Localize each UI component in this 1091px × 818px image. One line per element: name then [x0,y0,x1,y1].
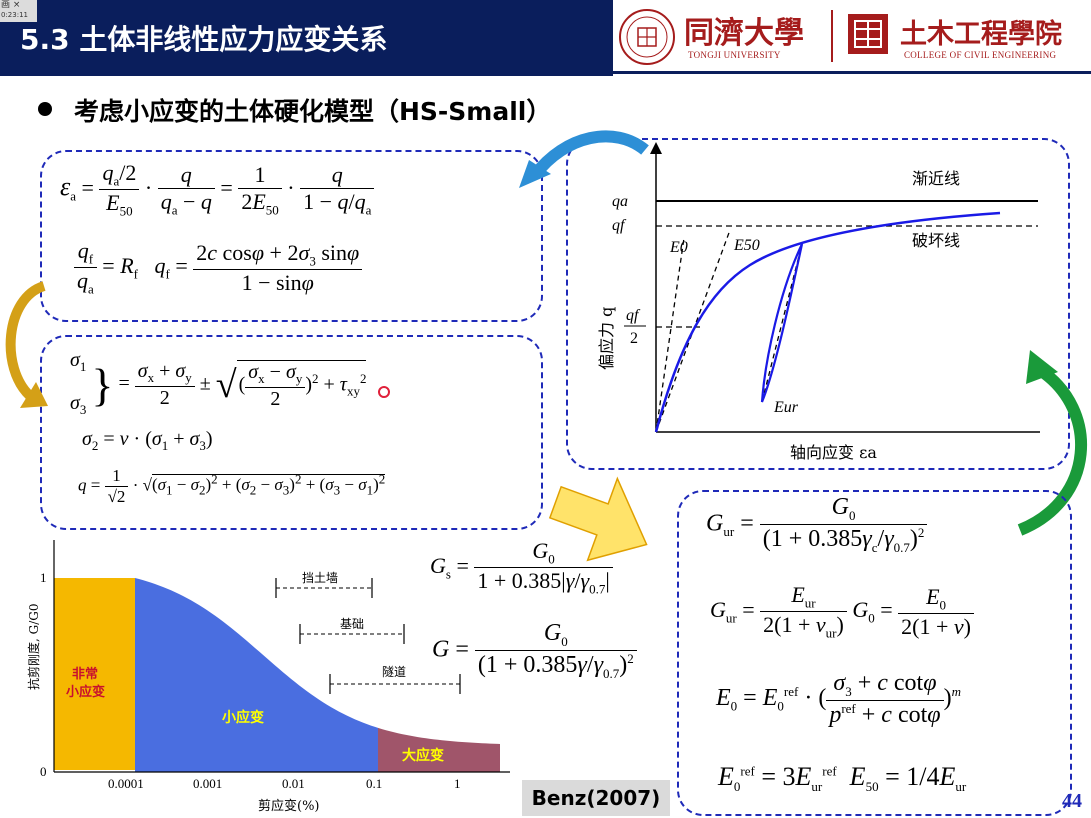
qf2-num-label: qf [626,307,641,324]
formula-principal-stress: σ1 σ3 } = σx + σy 2 ± √(σx − σy 2)2 + τxy2 [70,349,367,417]
logo-divider [831,10,833,62]
pointer-dot-icon [378,386,390,398]
stress-strain-plot: qa qf qf 2 E0 E50 Eur 渐近线 破坏线 轴向应变 εa 偏应… [597,142,1040,462]
range-foundation-label: 基础 [340,617,364,631]
failure-label: 破坏线 [912,231,960,250]
eur-label: Eur [773,399,799,416]
formula-ref-relations: E0ref = 3Eurref E50 = 1/4Eur [718,762,967,795]
y-tick-0: 0 [40,764,47,779]
formula-gur-g0: Gur = Eur 2(1 + νur) G0 = E0 2(1 + ν) [710,582,974,642]
x-tick-0.0001: 0.0001 [108,776,144,791]
header-rule [613,71,1091,74]
region-very-small-label-1: 非常 [72,666,98,682]
stiffness-degradation-chart: 1 0 0.0001 0.001 0.01 0.1 1 剪应变(%) 抗剪刚度,… [26,540,510,814]
x-tick-0.001: 0.001 [193,776,222,791]
formula-eps-a: εa = qa/2 E50 · q qa − q = 1 2E50 · q1 − q/… [60,160,375,220]
y-axis-label: 偏应力 q [597,307,616,370]
bullet-heading: 考虑小应变的土体硬化模型（HS-Small） [74,97,552,126]
gold-curved-arrow-icon [5,281,48,408]
university-name-cn: 同濟大學 [684,16,804,51]
x-tick-0.1: 0.1 [366,776,382,791]
region-small-strain [135,578,378,772]
qf2-den-label: 2 [630,330,638,347]
formula-e0: E0 = E0ref · (σ3 + c cotφ pref + c cotφ)m [716,670,961,728]
e50-label: E50 [733,237,760,254]
region-very-small-label-2: 小应变 [66,684,105,700]
formula-sigma2: σ2 = ν · (σ1 + σ3) [82,428,213,453]
college-name-en: COLLEGE OF CIVIL ENGINEERING [904,50,1057,60]
tongji-seal-icon [619,9,675,65]
blue-curved-arrow-icon [519,130,649,188]
university-name-en: TONGJI UNIVERSITY [688,50,781,60]
college-name-cn: 土木工程學院 [900,19,1062,50]
formula-gur-decay: Gur = G0 (1 + 0.385γc/γ0.7)2 [706,494,928,556]
x-tick-0.01: 0.01 [282,776,305,791]
e0-label: E0 [669,239,688,256]
asymptote-label: 渐近线 [912,169,960,188]
corner-tab-time: 0:23:11 [1,11,28,19]
x-axis-label: 轴向应变 εa [790,443,877,462]
citation-label: Benz(2007) [522,780,670,816]
corner-tab[interactable]: 画 × 0:23:11 [0,0,37,22]
qf-label: qf [612,217,627,234]
college-emblem-icon [848,14,888,54]
y-axis-label: 抗剪刚度, G/G0 [26,604,41,690]
e0-tangent [655,237,685,433]
region-large-label: 大应变 [402,747,444,764]
range-tunnel-label: 隧道 [382,664,406,679]
formula-rf-qf: qf qa = Rf qf = 2c cosφ + 2σ3 sinφ 1 − sin… [74,238,363,298]
range-retaining-wall-label: 挡土墙 [302,571,338,585]
x-tick-1: 1 [454,776,461,791]
formula-deviatoric-q: q = 1 √2 · √(σ1 − σ2)2 + (σ2 − σ3)2 + (σ3… [78,466,386,506]
corner-tab-label: 画 × [1,0,21,10]
y-tick-1: 1 [40,570,47,585]
bullet-icon [38,102,52,116]
x-axis-label: 剪应变(%) [258,798,320,814]
region-small-label: 小应变 [222,709,264,726]
page-number: 44 [1062,790,1082,812]
slide-title: 5.3 土体非线性应力应变关系 [20,23,388,56]
